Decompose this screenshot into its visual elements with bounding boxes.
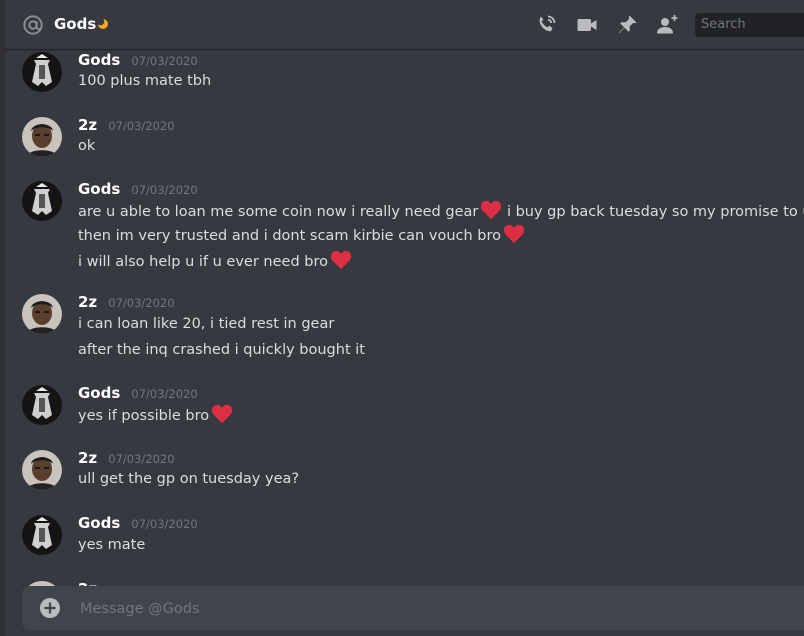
avatar[interactable] [22,385,62,425]
timestamp: 07/03/2020 [108,452,175,466]
timestamp: 07/03/2020 [108,119,175,133]
red-heart-emoji-icon [330,250,352,270]
author-name[interactable]: Gods [78,51,120,69]
avatar[interactable] [22,181,62,221]
timestamp: 07/03/2020 [131,54,198,68]
gods-avatar-image [22,181,62,221]
author-name[interactable]: 2z [78,449,97,467]
message-text-part: i will also help u if u ever need bro [78,254,328,270]
message-text: are u able to loan me some coin now i re… [78,200,804,223]
message-text-part: then im very trusted and i dont scam kir… [78,228,501,244]
message-text: i can loan like 20, i tied rest in gear [78,316,335,332]
author-name[interactable]: Gods [78,514,120,532]
pin-icon[interactable] [615,13,639,37]
author-name[interactable]: Gods [78,384,120,402]
red-heart-emoji-icon [503,224,525,244]
message-text: i will also help u if u ever need bro [78,250,352,273]
avatar[interactable] [22,294,62,334]
avatar[interactable] [22,515,62,555]
message-text: ull get the gp on tuesday yea? [78,471,300,487]
video-call-icon[interactable] [575,13,599,37]
avatar[interactable] [22,117,62,157]
message-text-part: are u able to loan me some coin now i re… [78,204,479,220]
author-name[interactable]: Gods [78,180,120,198]
at-sign-icon [23,15,43,35]
message-text-part: yes if possible bro [78,408,210,424]
gods-avatar-image [22,385,62,425]
red-heart-emoji-icon [481,200,502,220]
dm-title: Gods [54,15,97,33]
message-list: Gods 07/03/2020 100 plus mate tbh 2z 07/… [6,49,804,586]
avatar[interactable] [22,450,62,490]
2z-avatar-image [22,450,62,490]
gods-avatar-image [22,52,62,92]
message-text: yes if possible bro [78,404,233,427]
timestamp: 07/03/2020 [131,387,198,401]
timestamp: 07/03/2020 [131,183,198,197]
message-text: ok [78,138,96,154]
message-input[interactable] [78,586,782,632]
channel-header: Gods Search [6,0,804,49]
2z-avatar-image [22,117,62,157]
red-heart-emoji-icon [212,404,233,424]
message-text-part: i buy gp back tuesday so my promise to u… [506,204,804,220]
author-name[interactable]: 2z [78,116,97,134]
author-name[interactable]: 2z [78,293,97,311]
timestamp: 07/03/2020 [108,296,175,310]
message-composer [22,586,804,632]
message-text: after the inq crashed i quickly bought i… [78,342,365,358]
timestamp: 07/03/2020 [131,517,198,531]
2z-avatar-image [22,294,62,334]
add-friend-icon[interactable] [655,13,679,37]
gods-avatar-image [22,515,62,555]
voice-call-icon[interactable] [534,13,558,37]
moon-status-icon [97,18,108,29]
message-text: then im very trusted and i dont scam kir… [78,224,525,247]
add-attachment-icon[interactable] [38,596,62,620]
message-text: 100 plus mate tbh [78,73,212,89]
search-input[interactable]: Search [695,13,804,37]
message-text: yes mate [78,537,146,553]
avatar[interactable] [22,52,62,92]
